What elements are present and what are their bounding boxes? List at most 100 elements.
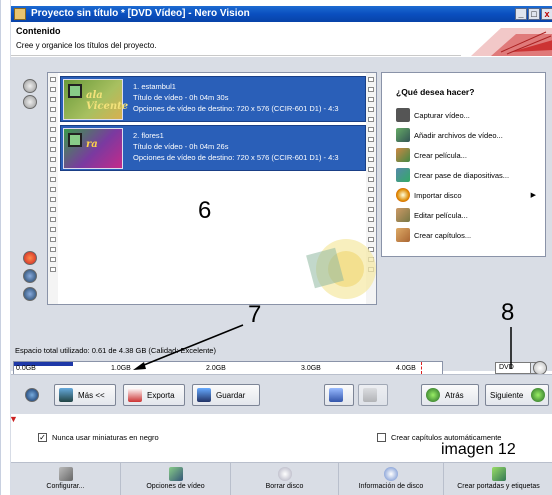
- what-to-do-title: ¿Qué desea hacer?: [396, 87, 475, 97]
- usage-tick-label: 3.0GB: [301, 365, 321, 372]
- back-arrow-icon: [426, 388, 440, 402]
- edit-movie-icon: [396, 208, 410, 222]
- action-label: Importar disco: [414, 190, 462, 200]
- capacity-limit-marker: [421, 362, 422, 374]
- annotation-number-7: 7: [248, 301, 262, 328]
- back-label: Atrás: [445, 390, 464, 400]
- usage-tick-label: 2.0GB: [206, 365, 226, 372]
- create-movie-icon: [396, 148, 410, 162]
- close-button[interactable]: x: [541, 8, 552, 20]
- disc-type-value: DVD: [499, 364, 514, 371]
- image-caption: imagen 12: [441, 441, 516, 458]
- header-logo: [461, 22, 552, 56]
- usage-tick-label: 4.0GB: [396, 365, 416, 372]
- action-create-movie[interactable]: Crear película...: [396, 147, 544, 163]
- page-subtitle: Cree y organice los títulos del proyecto…: [16, 41, 157, 50]
- undo-icon: [329, 388, 343, 402]
- disk-usage-bar: 0.0GB 1.0GB 2.0GB 3.0GB 4.0GB: [13, 361, 443, 375]
- action-label: Crear película...: [414, 150, 467, 160]
- export-icon: [128, 388, 142, 402]
- action-add-video-files[interactable]: Añadir archivos de vídeo...: [396, 127, 544, 143]
- submenu-arrow-icon: ▶: [530, 192, 536, 199]
- action-create-slideshow[interactable]: Crear pase de diapositivas...: [396, 167, 544, 183]
- title-item-2[interactable]: ra 2. flores1 Título de vídeo - 0h 04m 2…: [60, 125, 366, 171]
- film-icon: [68, 133, 82, 147]
- action-capture-video[interactable]: Capturar vídeo...: [396, 107, 544, 123]
- next-label: Siguiente: [490, 390, 524, 400]
- more-button[interactable]: Más <<: [54, 384, 116, 406]
- more-label: Más <<: [78, 390, 105, 400]
- action-import-disc[interactable]: Importar disco ▶: [396, 187, 544, 203]
- annotation-number-6: 6: [198, 197, 212, 224]
- title-duration: Título de vídeo - 0h 04m 30s: [133, 93, 229, 102]
- app-icon: [14, 8, 26, 20]
- help-icon[interactable]: [25, 388, 39, 402]
- filmstrip-left: [48, 73, 58, 304]
- film-icon: [68, 84, 82, 98]
- chapters-icon: [396, 228, 410, 242]
- action-label: Editar película...: [414, 210, 468, 220]
- title-thumbnail: ala Vicente: [63, 79, 128, 120]
- action-label: Añadir archivos de vídeo...: [414, 130, 503, 140]
- action-create-chapters[interactable]: Crear capítulos...: [396, 227, 544, 243]
- covers-labels-button[interactable]: Crear portadas y etiquetas: [444, 463, 552, 495]
- nero-vision-window: Proyecto sin título * [DVD Vídeo] - Nero…: [0, 0, 552, 495]
- action-edit-movie[interactable]: Editar película...: [396, 207, 544, 223]
- export-label: Exporta: [147, 390, 175, 400]
- auto-chapters-checkbox[interactable]: [377, 433, 386, 442]
- export-button[interactable]: Exporta: [123, 384, 185, 406]
- wrench-icon: [58, 467, 73, 481]
- minimize-button[interactable]: _: [515, 8, 527, 20]
- action-label: Crear capítulos...: [414, 230, 472, 240]
- help-disc-icon[interactable]: [533, 361, 547, 375]
- title-item-1[interactable]: ala Vicente 1. estambul1 Título de vídeo…: [60, 76, 366, 122]
- check-mark-icon: ✓: [39, 433, 46, 442]
- maximize-button[interactable]: □: [528, 8, 540, 20]
- cover-designer-icon: [491, 467, 506, 481]
- redo-icon: [363, 388, 377, 402]
- info-icon[interactable]: [23, 287, 37, 301]
- content-area: ala Vicente 1. estambul1 Título de vídeo…: [11, 57, 552, 375]
- page-header: Contenido Cree y organice los títulos de…: [11, 22, 552, 56]
- erase-disc-button[interactable]: Borrar disco: [231, 463, 339, 495]
- slideshow-icon: [396, 168, 410, 182]
- disc-info-button[interactable]: Información de disco: [339, 463, 444, 495]
- action-label: Capturar vídeo...: [414, 110, 470, 120]
- title-bar[interactable]: Proyecto sin título * [DVD Vídeo] - Nero…: [11, 6, 552, 22]
- next-button[interactable]: Siguiente: [485, 384, 549, 406]
- title-name: 1. estambul1: [133, 82, 176, 91]
- black-thumbs-checkbox[interactable]: ✓: [38, 433, 47, 442]
- options-area: ▼ ✓ Nunca usar miniaturas en negro Crear…: [9, 414, 552, 462]
- properties-icon[interactable]: [23, 269, 37, 283]
- title-name: 2. flores1: [133, 131, 164, 140]
- title-options: Opciones de vídeo de destino: 720 x 576 …: [133, 104, 339, 113]
- what-to-do-panel: ¿Qué desea hacer? Capturar vídeo... Añad…: [381, 72, 546, 257]
- next-arrow-icon: [531, 388, 545, 402]
- move-up-button[interactable]: [23, 79, 37, 93]
- back-button[interactable]: Atrás: [421, 384, 479, 406]
- camera-icon: [396, 108, 410, 122]
- bottom-bar: Configurar... Opciones de vídeo Borrar d…: [11, 462, 552, 495]
- toolbar: Más << Exporta Guardar Atrás Siguiente: [11, 374, 552, 414]
- redo-button[interactable]: [358, 384, 388, 406]
- black-thumbs-label: Nunca usar miniaturas en negro: [52, 433, 159, 442]
- configure-button[interactable]: Configurar...: [11, 463, 121, 495]
- disc-info-icon: [384, 467, 398, 481]
- title-options: Opciones de vídeo de destino: 720 x 576 …: [133, 153, 339, 162]
- film-reel-watermark-icon: [306, 239, 376, 299]
- thumbnail-caption: ra: [86, 139, 98, 150]
- save-label: Guardar: [216, 390, 246, 400]
- title-list-panel[interactable]: ala Vicente 1. estambul1 Título de vídeo…: [47, 72, 377, 305]
- undo-button[interactable]: [324, 384, 354, 406]
- video-options-button[interactable]: Opciones de vídeo: [121, 463, 231, 495]
- usage-tick-label: 0.0GB: [16, 365, 36, 372]
- move-down-button[interactable]: [23, 95, 37, 109]
- save-button[interactable]: Guardar: [192, 384, 260, 406]
- save-icon: [197, 388, 211, 402]
- delete-title-icon[interactable]: [23, 251, 37, 265]
- configure-label: Configurar...: [46, 483, 85, 490]
- thumbnail-caption: ala Vicente: [86, 90, 129, 112]
- usage-tick-label: 1.0GB: [111, 365, 131, 372]
- space-used-text: Espacio total utilizado: 0.61 de 4.38 GB…: [15, 346, 216, 355]
- page-title: Contenido: [16, 26, 61, 36]
